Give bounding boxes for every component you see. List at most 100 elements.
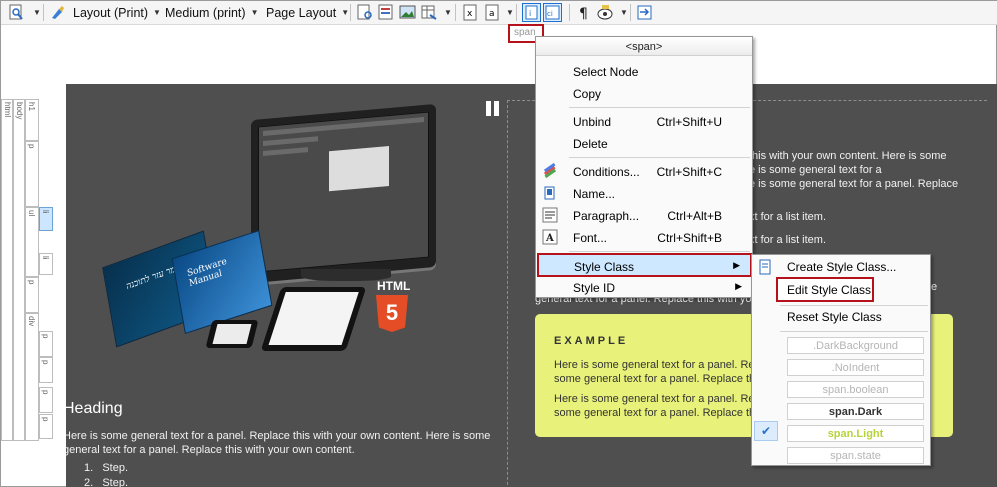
menu-item-copy[interactable]: Copy	[536, 82, 752, 104]
svg-text:¶: ¶	[579, 6, 588, 21]
medium-dropdown[interactable]: Medium (print) ▼	[165, 3, 259, 22]
menu-item-label: Reset Style Class	[787, 310, 882, 324]
right-text-line[interactable]: this with your own content. Here is some	[749, 149, 946, 163]
menu-item-unbind[interactable]: Unbind Ctrl+Shift+U	[536, 110, 752, 132]
variable-icon[interactable]: x	[462, 4, 479, 21]
medium-dropdown-label: Medium (print)	[165, 5, 246, 20]
menu-item-label: Delete	[573, 137, 608, 151]
tag-label: li	[41, 210, 50, 214]
tag-h1[interactable]: h1	[25, 99, 39, 141]
menu-item-paragraph[interactable]: Paragraph... Ctrl+Alt+B	[536, 204, 752, 226]
page-search-icon[interactable]	[357, 4, 374, 21]
menu-item-edit-style-class[interactable]: Edit Style Class	[776, 277, 874, 302]
menu-item-conditions[interactable]: Conditions... Ctrl+Shift+C	[536, 160, 752, 182]
tag-label: p	[41, 390, 50, 395]
list-item[interactable]: 1. Step.	[84, 462, 128, 477]
page-layout-dropdown-label: Page Layout	[266, 5, 337, 20]
show-spans-icon[interactable]: ci	[543, 3, 562, 22]
style-class-option[interactable]: span.boolean	[787, 381, 924, 398]
chevron-right-icon: ▶	[735, 281, 742, 291]
toolbar: ▼ Layout (Print) ▼ Medium (print) ▼ Page L…	[1, 1, 997, 25]
tag-label: html	[3, 102, 12, 118]
panel-text-line: Here is some general text for a panel. R…	[554, 359, 764, 371]
tag-html[interactable]: html	[1, 99, 13, 441]
style-class-option[interactable]: .NoIndent	[787, 359, 924, 376]
tag-p[interactable]: p	[25, 277, 39, 313]
chevron-right-icon: ▶	[733, 260, 740, 270]
pilcrow-icon[interactable]: ¶	[576, 4, 593, 22]
list-item[interactable]: 2. Step.	[84, 477, 128, 487]
menu-item-style-class[interactable]: Style Class ▶	[537, 253, 752, 277]
style-class-option[interactable]: span.Dark	[787, 403, 924, 420]
menu-item-label: Edit Style Class	[787, 283, 872, 297]
table-icon[interactable]	[421, 4, 438, 21]
menu-item-name[interactable]: Name...	[536, 182, 752, 204]
zoom-icon[interactable]	[8, 4, 25, 21]
menu-item-label: Copy	[573, 87, 602, 101]
show-blocks-icon[interactable]: i	[522, 3, 541, 22]
body-text-line[interactable]: Here is some general text for a panel. R…	[66, 429, 490, 443]
menu-item-select-node[interactable]: Select Node	[536, 60, 752, 82]
style-class-option[interactable]: .DarkBackground	[787, 337, 924, 354]
tag-div[interactable]: div	[25, 313, 39, 441]
right-text-line[interactable]: e is some general text for a panel. Repl…	[749, 177, 958, 191]
style-dropdown-arrow[interactable]: ▼	[501, 3, 514, 22]
tag-p[interactable]: p	[39, 357, 53, 383]
style-class-option-checked[interactable]: span.Light	[787, 425, 924, 442]
screen-window	[329, 146, 389, 192]
menu-item-shortcut: Ctrl+Shift+U	[656, 115, 722, 129]
pause-icon[interactable]	[486, 101, 499, 116]
menu-item-create-style-class[interactable]: Create Style Class...	[752, 256, 930, 278]
svg-text:a: a	[489, 9, 495, 19]
layout-dropdown[interactable]: Layout (Print) ▼	[73, 3, 161, 22]
tag-label: p	[41, 360, 50, 365]
phone-illustration	[205, 320, 259, 348]
table-dropdown-arrow[interactable]: ▼	[439, 3, 452, 22]
tag-li-selected[interactable]: li	[39, 207, 53, 231]
page-layout-dropdown[interactable]: Page Layout ▼	[266, 3, 349, 22]
menu-item-label: Font...	[573, 231, 608, 245]
text-style-icon[interactable]: a	[484, 4, 501, 21]
tag-p[interactable]: p	[39, 387, 53, 413]
body-text-line[interactable]: general text for a panel. Replace this w…	[66, 443, 355, 457]
right-text-line[interactable]: xt for a list item.	[749, 210, 826, 224]
tag-label: ul	[27, 210, 36, 217]
page-setup-icon[interactable]	[378, 4, 395, 21]
paragraph-icon	[542, 207, 558, 223]
tag-label: h1	[27, 102, 36, 111]
menu-separator	[569, 251, 750, 252]
list-item-text: Step.	[102, 462, 129, 474]
menu-item-style-id[interactable]: Style ID ▶	[536, 276, 752, 298]
menu-item-shortcut: Ctrl+Shift+B	[657, 231, 722, 245]
tracking-dropdown-arrow[interactable]: ▼	[615, 3, 628, 22]
menu-item-delete[interactable]: Delete	[536, 132, 752, 154]
zoom-dropdown-arrow[interactable]: ▼	[28, 3, 41, 22]
menu-item-font[interactable]: A Font... Ctrl+Shift+B	[536, 226, 752, 248]
menu-item-reset-style-class[interactable]: Reset Style Class	[752, 306, 930, 328]
new-style-icon	[757, 259, 773, 278]
tag-body[interactable]: body	[13, 99, 25, 441]
tag-ul[interactable]: ul	[25, 207, 39, 277]
right-text-line[interactable]: xt for a list item.	[749, 233, 826, 247]
right-text-line[interactable]: e	[931, 280, 937, 294]
tag-p[interactable]: p	[39, 331, 53, 357]
brush-icon[interactable]	[49, 4, 66, 21]
style-class-submenu: Create Style Class... Edit Style Class R…	[751, 254, 931, 466]
image-icon[interactable]	[399, 4, 416, 21]
menu-item-shortcut: Ctrl+Shift+C	[656, 165, 722, 179]
right-text-line[interactable]: e is some general text for a	[749, 163, 882, 177]
tracking-icon[interactable]	[597, 4, 614, 21]
svg-text:x: x	[467, 9, 473, 19]
menu-separator	[780, 331, 928, 332]
menu-item-shortcut: Ctrl+Alt+B	[667, 209, 722, 223]
tag-li[interactable]: li	[39, 253, 53, 275]
context-menu-header: <span>	[536, 37, 752, 56]
steps-list[interactable]: 1. Step. 2. Step.	[84, 462, 128, 487]
screen-bar	[263, 136, 318, 147]
tag-p[interactable]: p	[25, 141, 39, 207]
style-class-option[interactable]: span.state	[787, 447, 924, 464]
tag-p[interactable]: p	[39, 414, 53, 439]
menu-item-label: Conditions...	[573, 165, 640, 179]
page-heading[interactable]: Heading	[66, 400, 123, 418]
import-icon[interactable]	[636, 4, 653, 21]
